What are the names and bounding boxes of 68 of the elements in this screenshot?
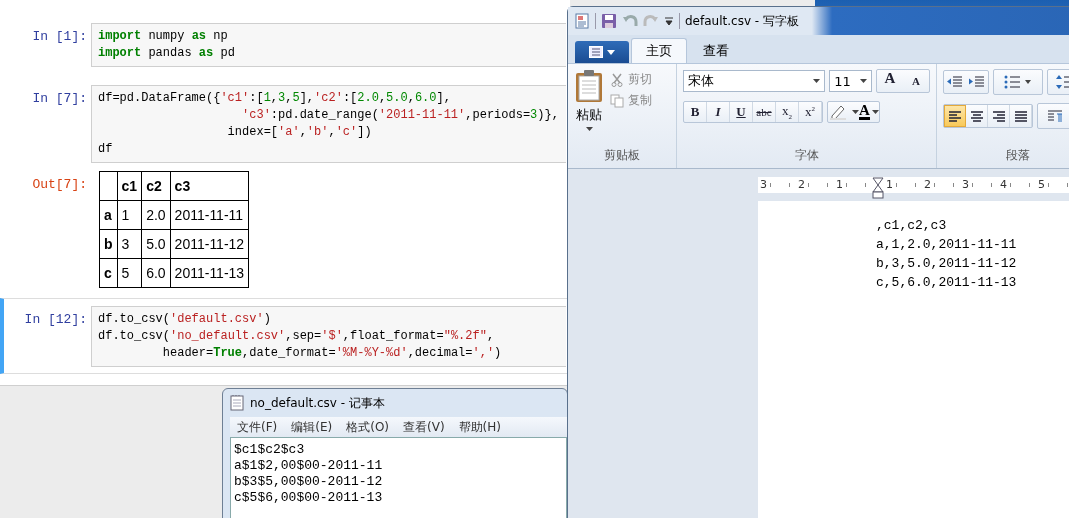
format-button[interactable]: B [684, 102, 707, 122]
column-header: c1 [117, 171, 142, 201]
code-line: df.to_csv('default.csv') [98, 311, 272, 328]
text-line: a$1$2,00$00-2011-11 [234, 458, 384, 474]
column-header: c3 [170, 171, 249, 201]
code-input[interactable]: df=pd.DataFrame({'c1':[1,3,5],'c2':[2.0,5.0,6.0], 'c3':pd.date_range('2011-11-11',periods=3)}, index=['a','b','c']) df [91, 85, 566, 163]
window-title: default.csv - 写字板 [685, 12, 799, 30]
table-cell: 6.0 [141, 258, 171, 288]
table-cell: 3 [117, 229, 142, 259]
text-line: $c1$c2$c3 [234, 442, 306, 458]
window-title: no_default.csv - 记事本 [250, 394, 385, 412]
table-cell: 5.0 [141, 229, 171, 259]
input-prompt: In [12]: [23, 311, 87, 327]
document-line: c,5,6.0,2011-11-13 [876, 274, 1018, 292]
code-line: header=True,date_format='%M-%Y-%d',decimal=',') [161, 345, 503, 362]
table-cell: 2.0 [141, 200, 171, 230]
shrink-font-button[interactable]: A [903, 70, 929, 92]
ribbon-tab[interactable]: 主页 [631, 38, 687, 63]
code-input[interactable]: df.to_csv('default.csv') df.to_csv('no_default.csv',sep='$',float_format="%.2f", header=True,date_format='%M-%Y-%d',decimal=',') [91, 306, 566, 367]
code-line: df.to_csv('no_default.csv',sep='$',float_format="%.2f", [98, 328, 496, 345]
format-button[interactable]: x$_{2}$ [776, 102, 799, 122]
input-prompt: In [1]: [31, 28, 87, 44]
text-area[interactable]: $c1$c2$c3 a$1$2,00$00-2011-11 b$3$5,00$00-2011-12 c$5$6,00$00-2011-13 [230, 437, 567, 518]
font-color-button[interactable]: A [859, 102, 879, 122]
format-button[interactable]: x$^{2}$ [799, 102, 822, 122]
row-index: b [99, 229, 118, 259]
menu-item[interactable]: 查看(V) [403, 418, 445, 436]
row-index: c [99, 258, 118, 288]
menu-item[interactable]: 编辑(E) [291, 418, 333, 436]
notebook-cell[interactable]: In [1]: import numpy as np import pandas as pd [0, 15, 570, 74]
input-prompt: In [7]: [31, 90, 87, 106]
document-line: ,c1,c2,c3 [876, 217, 948, 235]
text-line: b$3$5,00$00-2011-12 [234, 474, 384, 490]
menu-item[interactable]: 文件(F) [237, 418, 278, 436]
code-line: import pandas as pd [98, 45, 236, 62]
table-cell: 2011-11-11 [170, 200, 249, 230]
table-cell: 2011-11-12 [170, 229, 249, 259]
code-line: import numpy as np [98, 28, 229, 45]
row-index: a [99, 200, 118, 230]
document-line: b,3,5.0,2011-11-12 [876, 255, 1018, 273]
table-cell: 1 [117, 200, 142, 230]
ribbon-tab[interactable]: 查看 [689, 39, 743, 63]
menu-item[interactable]: 帮助(H) [458, 418, 501, 436]
code-line: df=pd.DataFrame({'c1':[1,3,5],'c2':[2.0,5.0,6.0], [98, 90, 452, 107]
table-cell: 5 [117, 258, 142, 288]
document-line: a,1,2.0,2011-11-11 [876, 236, 1018, 254]
column-header: c2 [141, 171, 171, 201]
menu-item[interactable]: 格式(O) [346, 418, 390, 436]
format-button[interactable]: U [730, 102, 753, 122]
grow-font-button[interactable]: A [877, 70, 903, 92]
output-prompt: Out[7]: [31, 176, 87, 192]
code-input[interactable]: import numpy as np import pandas as pd [91, 23, 566, 67]
text-line: c$5$6,00$00-2011-13 [234, 490, 384, 506]
font-size-dropdown[interactable]: 11 [829, 70, 872, 92]
group-label: 剪贴板 [603, 147, 641, 164]
format-button[interactable]: abc [753, 102, 776, 122]
font-name-dropdown[interactable]: 宋体 [683, 70, 826, 92]
code-line: index=['a','b','c']) [226, 124, 373, 141]
document-page[interactable]: ,c1,c2,c3 a,1,2.0,2011-11-11 b,3,5.0,2011-11-12 c,5,6.0,2011-11-13 [758, 201, 1069, 518]
group-label: 段落 [1005, 147, 1031, 164]
paste-button[interactable]: 粘贴 [574, 69, 604, 131]
format-button[interactable]: I [707, 102, 730, 122]
code-line: df [98, 141, 114, 158]
group-label: 字体 [793, 147, 820, 164]
notebook-cell[interactable]: In [7]: df=pd.DataFrame({'c1':[1,3,5],'c2':[2.0,5.0,6.0], 'c3':pd.date_range('2011-11-11',periods=3)}, index=['a','b','c']) df Out[7]: c1 c2 c3 a 1 2.0 2011-11-11 b 3 5.0 2011-11-12 c 5 6.0 2011-11-13 [0, 77, 570, 295]
code-line: 'c3':pd.date_range('2011-11-11',periods=3)}, [241, 107, 560, 124]
table-cell: 2011-11-13 [170, 258, 249, 288]
notebook-cell[interactable]: In [12]: df.to_csv('default.csv') df.to_csv('no_default.csv',sep='$',float_format="%.2f", header=True,date_format='%M-%Y-%d',decimal=',') [0, 298, 570, 374]
